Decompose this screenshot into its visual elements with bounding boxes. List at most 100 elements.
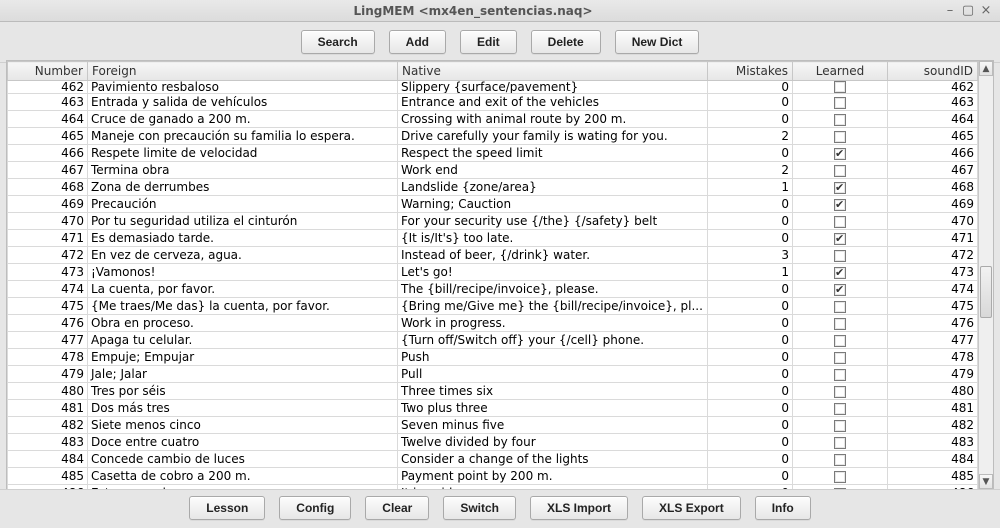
table-row[interactable]: 469PrecauciónWarning; Cauction0469: [8, 196, 978, 213]
col-header-mistakes[interactable]: Mistakes: [708, 62, 793, 81]
vertical-scrollbar[interactable]: ▲ ▼: [978, 61, 993, 489]
window-close-icon[interactable]: ×: [978, 4, 994, 18]
config-button[interactable]: Config: [279, 496, 351, 520]
cell-learned[interactable]: [793, 315, 888, 332]
xls-export-button[interactable]: XLS Export: [642, 496, 741, 520]
learned-checkbox[interactable]: [834, 233, 846, 245]
cell-learned[interactable]: [793, 145, 888, 162]
cell-learned[interactable]: [793, 162, 888, 179]
edit-button[interactable]: Edit: [460, 30, 517, 54]
table-row[interactable]: 476Obra en proceso.Work in progress.0476: [8, 315, 978, 332]
learned-checkbox[interactable]: [834, 352, 846, 364]
scroll-down-icon[interactable]: ▼: [979, 474, 993, 489]
window-maximize-icon[interactable]: ▢: [960, 4, 976, 18]
table-row[interactable]: 462Pavimiento resbalosoSlippery {surface…: [8, 81, 978, 94]
learned-checkbox[interactable]: [834, 386, 846, 398]
scroll-up-icon[interactable]: ▲: [979, 61, 993, 76]
table-row[interactable]: 479Jale; JalarPull0479: [8, 366, 978, 383]
cell-learned[interactable]: [793, 81, 888, 94]
table-row[interactable]: 478Empuje; EmpujarPush0478: [8, 349, 978, 366]
col-header-soundid[interactable]: soundID: [888, 62, 978, 81]
cell-learned[interactable]: [793, 179, 888, 196]
cell-learned[interactable]: [793, 247, 888, 264]
learned-checkbox[interactable]: [834, 131, 846, 143]
learned-checkbox[interactable]: [834, 97, 846, 109]
table-row[interactable]: 474La cuenta, por favor.The {bill/recipe…: [8, 281, 978, 298]
learned-checkbox[interactable]: [834, 216, 846, 228]
scroll-thumb[interactable]: [980, 266, 992, 318]
cell-learned[interactable]: [793, 94, 888, 111]
learned-checkbox[interactable]: [834, 284, 846, 296]
table-row[interactable]: 464Cruce de ganado a 200 m.Crossing with…: [8, 111, 978, 128]
table-row[interactable]: 471Es demasiado tarde.{It is/It's} too l…: [8, 230, 978, 247]
table-row[interactable]: 463Entrada y salida de vehículosEntrance…: [8, 94, 978, 111]
new-dict-button[interactable]: New Dict: [615, 30, 700, 54]
learned-checkbox[interactable]: [834, 369, 846, 381]
learned-checkbox[interactable]: [834, 114, 846, 126]
table-row[interactable]: 477Apaga tu celular.{Turn off/Switch off…: [8, 332, 978, 349]
learned-checkbox[interactable]: [834, 148, 846, 160]
learned-checkbox[interactable]: [834, 437, 846, 449]
xls-import-button[interactable]: XLS Import: [530, 496, 628, 520]
clear-button[interactable]: Clear: [365, 496, 429, 520]
search-button[interactable]: Search: [301, 30, 375, 54]
cell-learned[interactable]: [793, 332, 888, 349]
col-header-foreign[interactable]: Foreign: [88, 62, 398, 81]
cell-native: Payment point by 200 m.: [398, 468, 708, 485]
learned-checkbox[interactable]: [834, 335, 846, 347]
window-minimize-icon[interactable]: –: [942, 4, 958, 18]
table-row[interactable]: 481Dos más tresTwo plus three0481: [8, 400, 978, 417]
col-header-number[interactable]: Number: [8, 62, 88, 81]
table-row[interactable]: 473¡Vamonos!Let's go!1473: [8, 264, 978, 281]
learned-checkbox[interactable]: [834, 318, 846, 330]
lesson-button[interactable]: Lesson: [189, 496, 265, 520]
cell-learned[interactable]: [793, 383, 888, 400]
table-row[interactable]: 467Termina obraWork end2467: [8, 162, 978, 179]
learned-checkbox[interactable]: [834, 250, 846, 262]
learned-checkbox[interactable]: [834, 454, 846, 466]
info-button[interactable]: Info: [755, 496, 811, 520]
cell-learned[interactable]: [793, 434, 888, 451]
cell-learned[interactable]: [793, 264, 888, 281]
learned-checkbox[interactable]: [834, 165, 846, 177]
cell-learned[interactable]: [793, 196, 888, 213]
table-row[interactable]: 482Siete menos cincoSeven minus five0482: [8, 417, 978, 434]
cell-learned[interactable]: [793, 111, 888, 128]
table-row[interactable]: 484Concede cambio de lucesConsider a cha…: [8, 451, 978, 468]
table-row[interactable]: 465Maneje con precaución su familia lo e…: [8, 128, 978, 145]
table-scroll-area[interactable]: Number Foreign Native Mistakes Learned s…: [7, 61, 978, 489]
cell-learned[interactable]: [793, 417, 888, 434]
learned-checkbox[interactable]: [834, 199, 846, 211]
delete-button[interactable]: Delete: [531, 30, 601, 54]
cell-learned[interactable]: [793, 400, 888, 417]
add-button[interactable]: Add: [389, 30, 446, 54]
cell-learned[interactable]: [793, 213, 888, 230]
cell-learned[interactable]: [793, 281, 888, 298]
table-row[interactable]: 480Tres por séisThree times six0480: [8, 383, 978, 400]
cell-learned[interactable]: [793, 298, 888, 315]
cell-learned[interactable]: [793, 230, 888, 247]
learned-checkbox[interactable]: [834, 403, 846, 415]
table-row[interactable]: 466Respete limite de velocidadRespect th…: [8, 145, 978, 162]
cell-learned[interactable]: [793, 468, 888, 485]
col-header-native[interactable]: Native: [398, 62, 708, 81]
table-row[interactable]: 475{Me traes/Me das} la cuenta, por favo…: [8, 298, 978, 315]
learned-checkbox[interactable]: [834, 81, 846, 93]
table-row[interactable]: 485Casetta de cobro a 200 m.Payment poin…: [8, 468, 978, 485]
learned-checkbox[interactable]: [834, 267, 846, 279]
col-header-learned[interactable]: Learned: [793, 62, 888, 81]
table-row[interactable]: 483Doce entre cuatroTwelve divided by fo…: [8, 434, 978, 451]
cell-mistakes: 0: [708, 468, 793, 485]
table-row[interactable]: 470Por tu seguridad utiliza el cinturónF…: [8, 213, 978, 230]
cell-learned[interactable]: [793, 128, 888, 145]
learned-checkbox[interactable]: [834, 420, 846, 432]
learned-checkbox[interactable]: [834, 182, 846, 194]
learned-checkbox[interactable]: [834, 471, 846, 483]
cell-learned[interactable]: [793, 349, 888, 366]
switch-button[interactable]: Switch: [443, 496, 516, 520]
table-row[interactable]: 468Zona de derrumbesLandslide {zone/area…: [8, 179, 978, 196]
cell-learned[interactable]: [793, 451, 888, 468]
cell-learned[interactable]: [793, 366, 888, 383]
table-row[interactable]: 472En vez de cerveza, agua.Instead of be…: [8, 247, 978, 264]
learned-checkbox[interactable]: [834, 301, 846, 313]
